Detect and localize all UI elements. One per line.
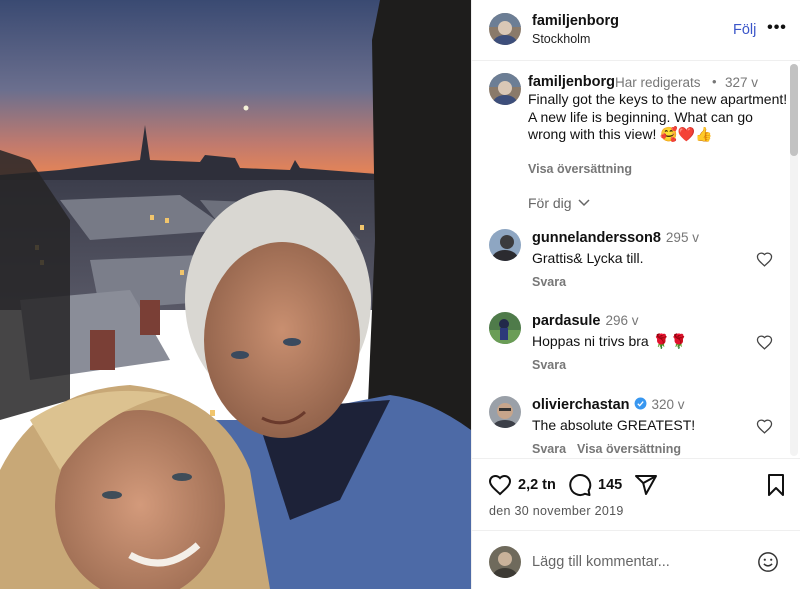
bookmark-icon[interactable] [764,473,788,497]
chevron-down-icon [578,199,590,207]
caption-timestamp: 327 v [725,75,759,90]
comment-text: The absolute GREATEST! [532,417,696,433]
edited-label: Har redigerats [615,75,701,90]
heart-icon[interactable] [756,418,773,435]
separator-dot: • [712,74,717,89]
comment-timestamp: 296 v [605,313,639,328]
comment-text: Grattis& Lycka till. [532,250,644,266]
commenter-username[interactable]: olivierchastan 320 v [532,397,685,413]
send-icon[interactable] [634,473,658,497]
likes-count[interactable]: 2,2 tn [518,477,556,493]
heart-icon[interactable] [756,251,773,268]
post-actions: 2,2 tn 145 den 30 november 2019 [472,458,800,530]
author-avatar[interactable] [489,13,521,45]
commenter-username-text: pardasule [532,313,601,329]
for-you-label: För dig [528,195,572,211]
more-options-icon[interactable]: ••• [767,18,787,38]
author-username[interactable]: familjenborg [532,13,619,29]
comment-timestamp: 295 v [665,230,699,245]
comments-count[interactable]: 145 [598,477,622,493]
caption-text: Finally got the keys to the new apartmen… [528,91,788,143]
for-you-dropdown[interactable]: För dig [528,195,590,211]
commenter-username-text: gunnelandersson8 [532,230,661,246]
commenter-avatar[interactable] [489,312,521,344]
post-header: familjenborg Stockholm Följ ••• [472,0,800,61]
post-photo[interactable] [0,0,471,589]
see-translation-link[interactable]: Visa översättning [577,442,681,456]
comments-scrollbar[interactable] [790,64,798,456]
comment-text: Hoppas ni trivs bra 🌹🌹 [532,333,688,349]
caption-username[interactable]: familjenborg [528,74,615,90]
comment-item: olivierchastan 320 v The absolute GREATES… [472,396,792,458]
commenter-username-text: olivierchastan [532,397,630,413]
smiley-icon[interactable] [757,551,779,573]
heart-icon[interactable] [756,334,773,351]
post-location[interactable]: Stockholm [532,32,590,46]
scrollbar-thumb[interactable] [790,64,798,156]
verified-badge-icon [634,397,646,410]
commenter-username[interactable]: gunnelandersson8 295 v [532,230,699,246]
post-date: den 30 november 2019 [489,504,624,518]
post-details-panel: familjenborg Stockholm Följ ••• familjen… [471,0,800,589]
follow-button[interactable]: Följ [733,22,756,38]
commenter-avatar[interactable] [489,229,521,261]
commenter-username[interactable]: pardasule 296 v [532,313,639,329]
reply-button[interactable]: Svara [532,442,566,456]
comment-item: pardasule 296 v Hoppas ni trivs bra 🌹🌹 Sv… [472,312,792,392]
photo-image [0,0,471,589]
caption-avatar[interactable] [489,73,521,105]
reply-button[interactable]: Svara [532,358,566,372]
comment-bubble-icon[interactable] [568,473,592,497]
reply-button[interactable]: Svara [532,275,566,289]
comment-item: gunnelandersson8 295 v Grattis& Lycka til… [472,229,792,309]
comment-timestamp: 320 v [651,397,685,412]
add-comment-input[interactable] [532,551,742,573]
heart-icon[interactable] [488,473,512,497]
commenter-avatar[interactable] [489,396,521,428]
comments-list[interactable]: familjenborg Har redigerats • 327 v Fina… [472,61,800,458]
see-translation-link[interactable]: Visa översättning [528,162,632,176]
current-user-avatar [489,546,521,578]
add-comment-bar [472,530,800,589]
